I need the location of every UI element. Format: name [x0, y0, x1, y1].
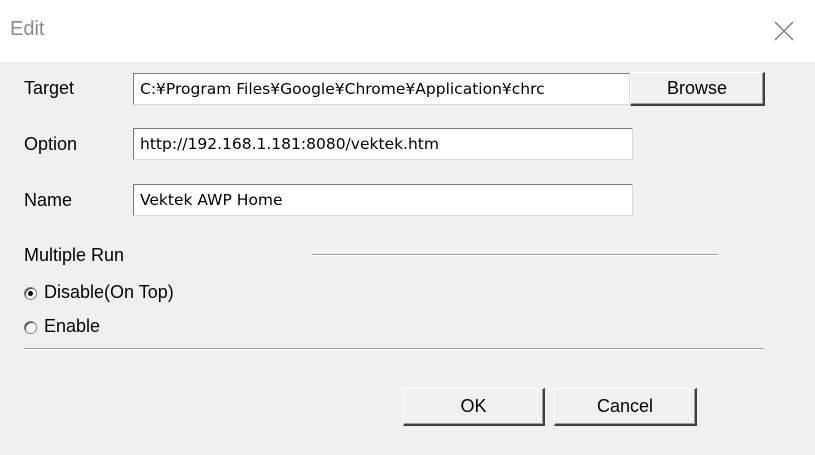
name-input[interactable]: Vektek AWP Home	[133, 184, 633, 216]
bottom-separator	[24, 348, 764, 350]
close-icon	[774, 21, 794, 41]
option-label: Option	[24, 134, 78, 154]
target-input[interactable]: C:¥Program Files¥Google¥Chrome¥Applicati…	[133, 73, 630, 105]
title-bar: Edit	[0, 0, 815, 62]
multiple-run-label: Multiple Run	[24, 245, 125, 265]
radio-label-enable: Enable	[44, 316, 101, 336]
close-button[interactable]	[755, 0, 815, 62]
radio-disable-on-top[interactable]: Disable(On Top)	[24, 282, 224, 308]
radio-button-enable[interactable]	[24, 321, 37, 334]
edit-dialog: Edit Target C:¥Program Files¥Google¥Chro…	[0, 0, 815, 455]
target-label: Target	[24, 78, 75, 98]
option-input[interactable]: http://192.168.1.181:8080/vektek.htm	[133, 128, 633, 160]
cancel-button[interactable]: Cancel	[554, 388, 697, 426]
name-label: Name	[24, 190, 73, 210]
browse-button[interactable]: Browse	[630, 72, 765, 106]
window-title: Edit	[10, 18, 45, 40]
radio-label-disable: Disable(On Top)	[44, 282, 174, 302]
ok-button[interactable]: OK	[403, 388, 545, 426]
radio-enable[interactable]: Enable	[24, 316, 144, 342]
radio-button-disable[interactable]	[24, 287, 37, 300]
radio-selected-dot	[28, 291, 33, 296]
group-separator	[312, 254, 718, 256]
